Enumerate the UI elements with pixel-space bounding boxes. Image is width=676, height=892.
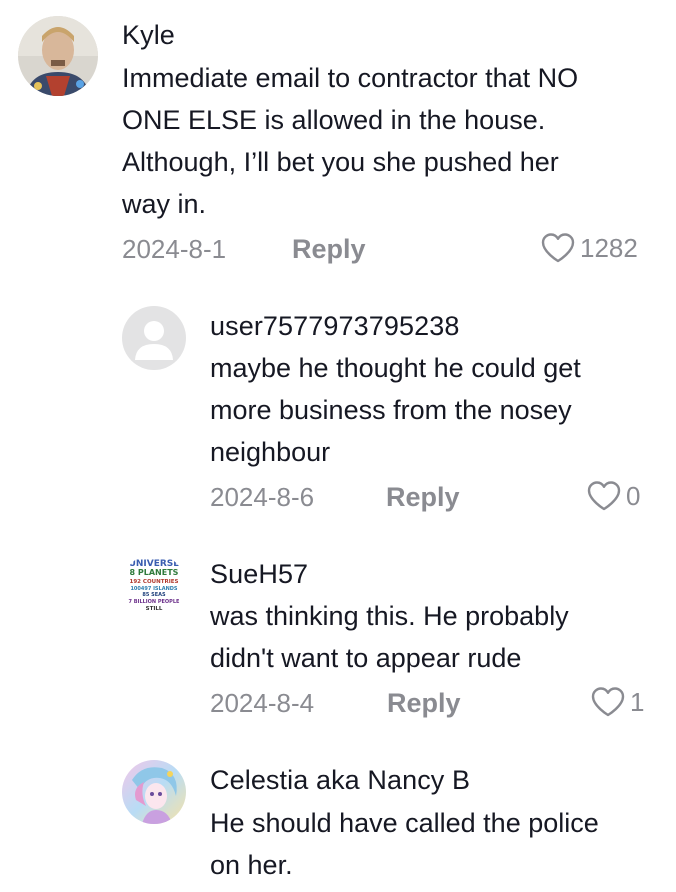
comment-date: 2024-8-6 bbox=[210, 482, 315, 512]
svg-text:STILL: STILL bbox=[146, 606, 163, 612]
reply-button[interactable]: Reply bbox=[386, 482, 460, 513]
comment-text-line: maybe he thought he could get bbox=[210, 353, 581, 383]
comment-text-line: more business from the nosey bbox=[210, 395, 572, 425]
comment-text: Immediate email to contractor that NO ON… bbox=[122, 57, 578, 225]
comment-date: 2024-8-1 bbox=[122, 234, 227, 264]
comment-text-line: ONE ELSE is allowed in the house. bbox=[122, 105, 546, 135]
comment-text: maybe he thought he could get more busin… bbox=[210, 347, 581, 473]
comment-item: user7577973795238 maybe he thought he co… bbox=[0, 300, 676, 530]
comment-text-line: Although, I’ll bet you she pushed her bbox=[122, 147, 559, 177]
text-graphic-avatar: UNIVERSE 8 PLANETS 192 COUNTRIES 100497 … bbox=[122, 554, 186, 618]
comment-date: 2024-8-4 bbox=[210, 688, 315, 718]
comment-text: was thinking this. He probably didn't wa… bbox=[210, 595, 569, 679]
comment-text-line: neighbour bbox=[210, 437, 331, 467]
heart-icon bbox=[541, 233, 575, 263]
avatar[interactable] bbox=[122, 760, 186, 824]
heart-icon bbox=[587, 481, 621, 511]
comment-text-line: didn't want to appear rude bbox=[210, 643, 522, 673]
svg-text:85 SEAS: 85 SEAS bbox=[142, 592, 166, 598]
comment-username[interactable]: Celestia aka Nancy B bbox=[210, 765, 470, 796]
heart-icon bbox=[591, 687, 625, 717]
reply-button[interactable]: Reply bbox=[292, 234, 366, 265]
comment-text: He should have called the police on her. bbox=[210, 802, 599, 886]
svg-text:7 BILLION PEOPLE: 7 BILLION PEOPLE bbox=[129, 599, 180, 605]
comment-text-line: way in. bbox=[122, 189, 207, 219]
like-button[interactable]: 1 bbox=[590, 686, 644, 718]
avatar[interactable] bbox=[18, 16, 98, 96]
comment-username[interactable]: user7577973795238 bbox=[210, 311, 459, 342]
reply-button[interactable]: Reply bbox=[387, 688, 461, 719]
default-avatar-icon bbox=[122, 306, 186, 370]
comment-text-line: Immediate email to contractor that NO bbox=[122, 63, 579, 93]
comment-text-line: He should have called the police bbox=[210, 808, 599, 838]
user-photo-avatar bbox=[18, 16, 98, 96]
like-button[interactable]: 0 bbox=[586, 480, 640, 512]
like-count: 1282 bbox=[580, 232, 638, 263]
avatar[interactable] bbox=[122, 306, 186, 370]
comment-username[interactable]: Kyle bbox=[122, 20, 175, 51]
svg-text:8 PLANETS: 8 PLANETS bbox=[130, 568, 179, 577]
avatar[interactable]: UNIVERSE 8 PLANETS 192 COUNTRIES 100497 … bbox=[122, 554, 186, 618]
comment-item: Kyle Immediate email to contractor that … bbox=[0, 0, 676, 290]
like-count: 0 bbox=[626, 480, 641, 511]
svg-text:192 COUNTRIES: 192 COUNTRIES bbox=[130, 579, 179, 585]
comment-text-line: on her. bbox=[210, 850, 293, 880]
comment-text-line: was thinking this. He probably bbox=[210, 601, 569, 631]
illustration-avatar bbox=[122, 760, 186, 824]
comment-item: UNIVERSE 8 PLANETS 192 COUNTRIES 100497 … bbox=[0, 548, 676, 738]
comment-username[interactable]: SueH57 bbox=[210, 559, 308, 590]
like-count: 1 bbox=[630, 686, 645, 717]
like-button[interactable]: 1282 bbox=[540, 232, 638, 264]
comment-item: Celestia aka Nancy B He should have call… bbox=[0, 756, 676, 892]
